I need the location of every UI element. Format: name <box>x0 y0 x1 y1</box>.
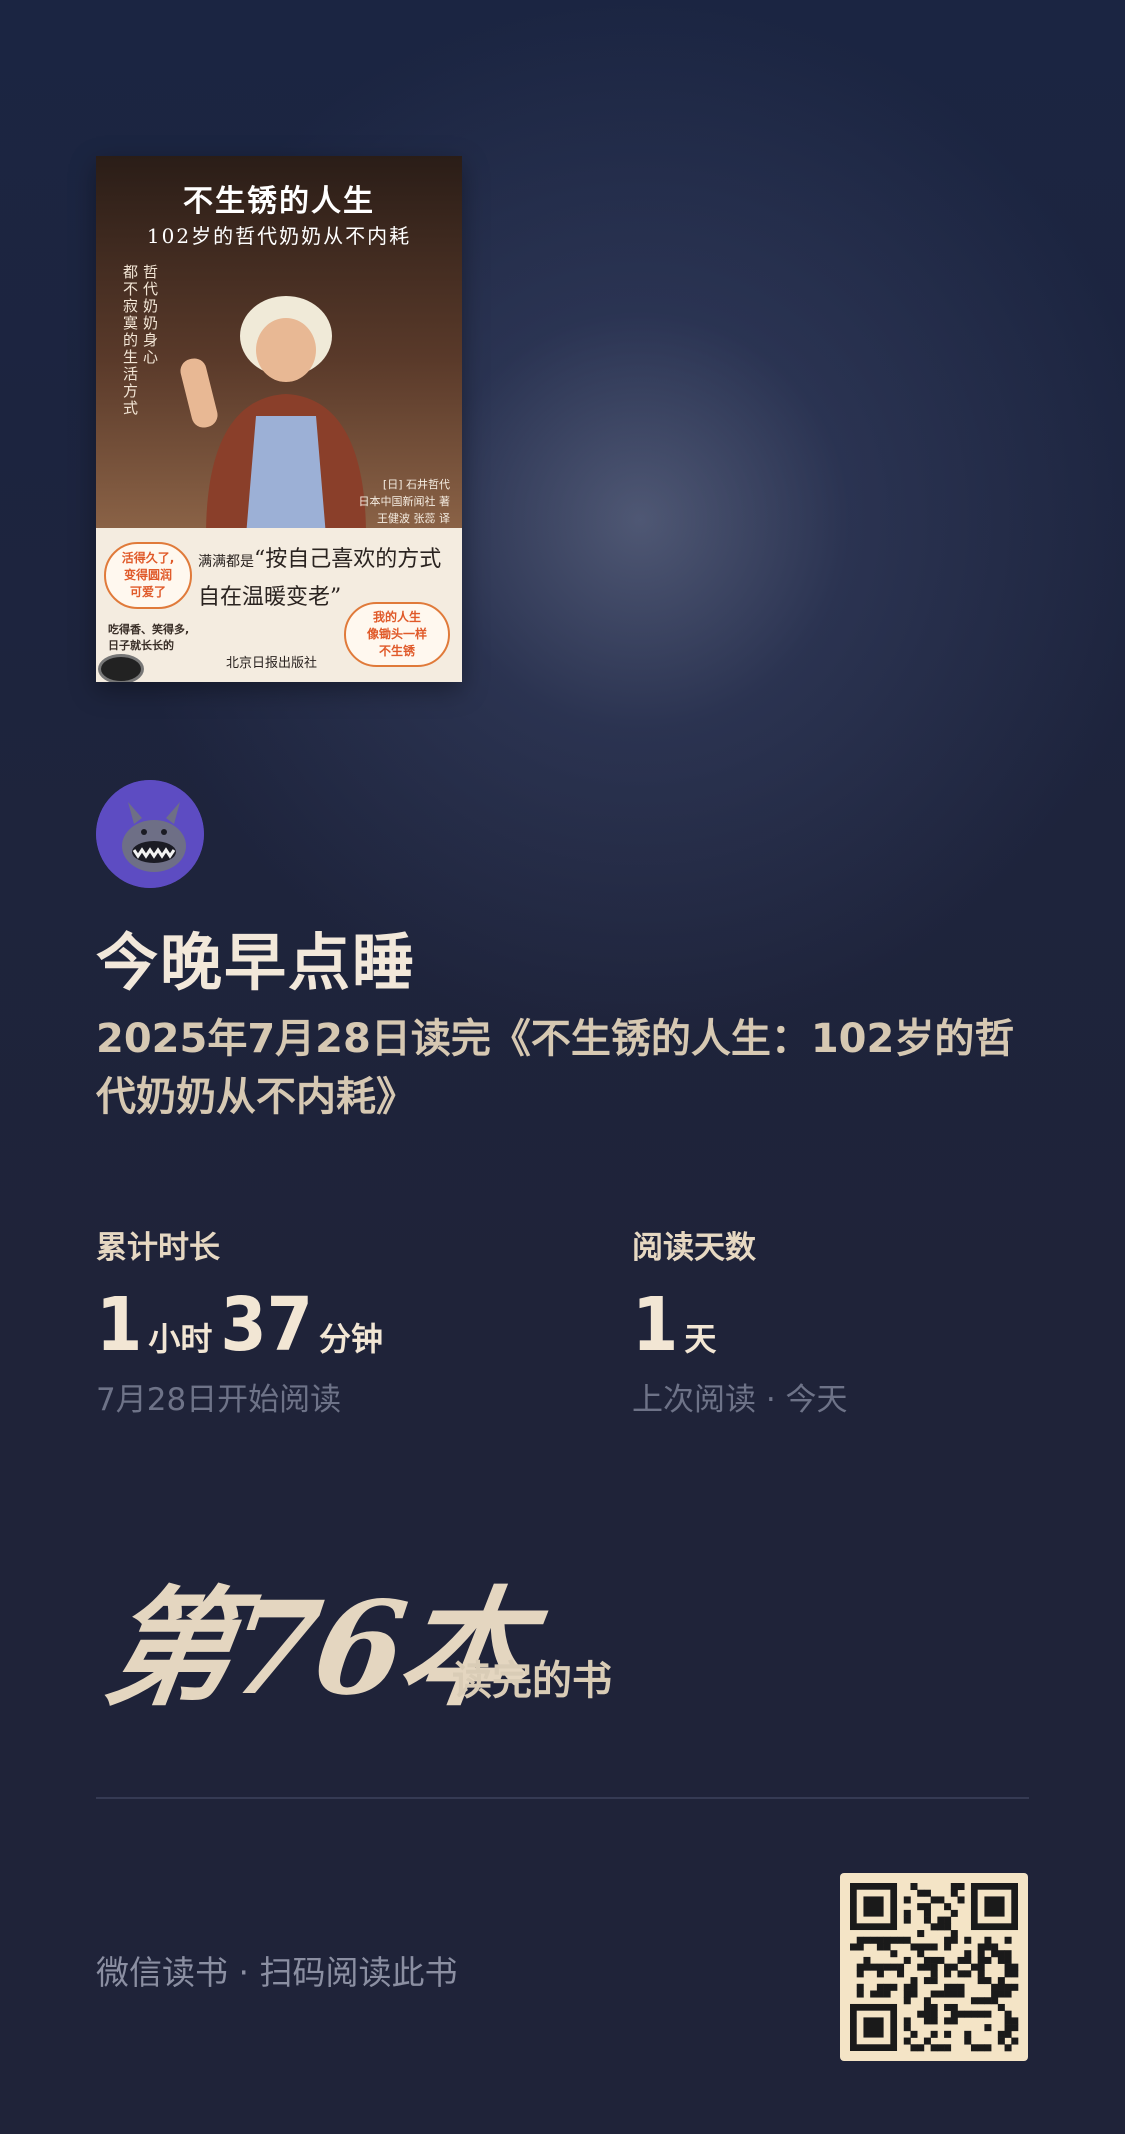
cover-speech-bubble: 活得久了, 变得圆润 可爱了 <box>104 542 192 609</box>
finish-date-text: 2025年7月28日读完《不生锈的人生：102岁的哲代奶奶从不内耗》 <box>96 1016 1015 1120</box>
divider <box>96 1797 1029 1799</box>
duration-start-date: 7月28日开始阅读 <box>96 1382 342 1418</box>
cover-vertical-text: 都不寂寞的生活方式 <box>121 264 139 417</box>
duration-label: 累计时长 <box>96 1230 220 1266</box>
cover-vertical-text: 哲代奶奶身心 <box>141 264 159 366</box>
cover-subtitle: 102岁的哲代奶奶从不内耗 <box>146 224 412 248</box>
cover-note: 吃得香、笑得多, 日子就长长的 <box>108 623 190 652</box>
days-value: 1天 <box>632 1282 717 1368</box>
monster-avatar-icon <box>96 780 204 888</box>
days-label: 阅读天数 <box>632 1230 756 1266</box>
book-cover[interactable]: 不生锈的人生 102岁的哲代奶奶从不内耗 哲代奶奶身心 都不寂寞的生活方式 [日… <box>96 156 462 682</box>
last-read-text: 上次阅读 · 今天 <box>632 1382 848 1418</box>
duration-value: 1 小时 37 分钟 <box>96 1282 384 1368</box>
book-ordinal-suffix: 读完的书 <box>452 1658 612 1704</box>
cover-publisher: 北京日报出版社 <box>226 656 318 671</box>
user-name: 今晚早点睡 <box>96 926 417 999</box>
cover-credits: [日] 石井哲代 日本中国新闻社 著 王健波 张蕊 译 <box>358 478 451 525</box>
avatar[interactable] <box>96 780 204 888</box>
footer-text: 微信读书 · 扫码阅读此书 <box>96 1953 458 1992</box>
cover-speech-bubble: 我的人生 像锄头一样 不生锈 <box>344 602 450 667</box>
qr-code-icon[interactable] <box>840 1873 1028 2061</box>
cover-title: 不生锈的人生 <box>183 184 375 219</box>
qr-code-pattern <box>850 1883 1019 2052</box>
pan-icon <box>98 654 144 682</box>
